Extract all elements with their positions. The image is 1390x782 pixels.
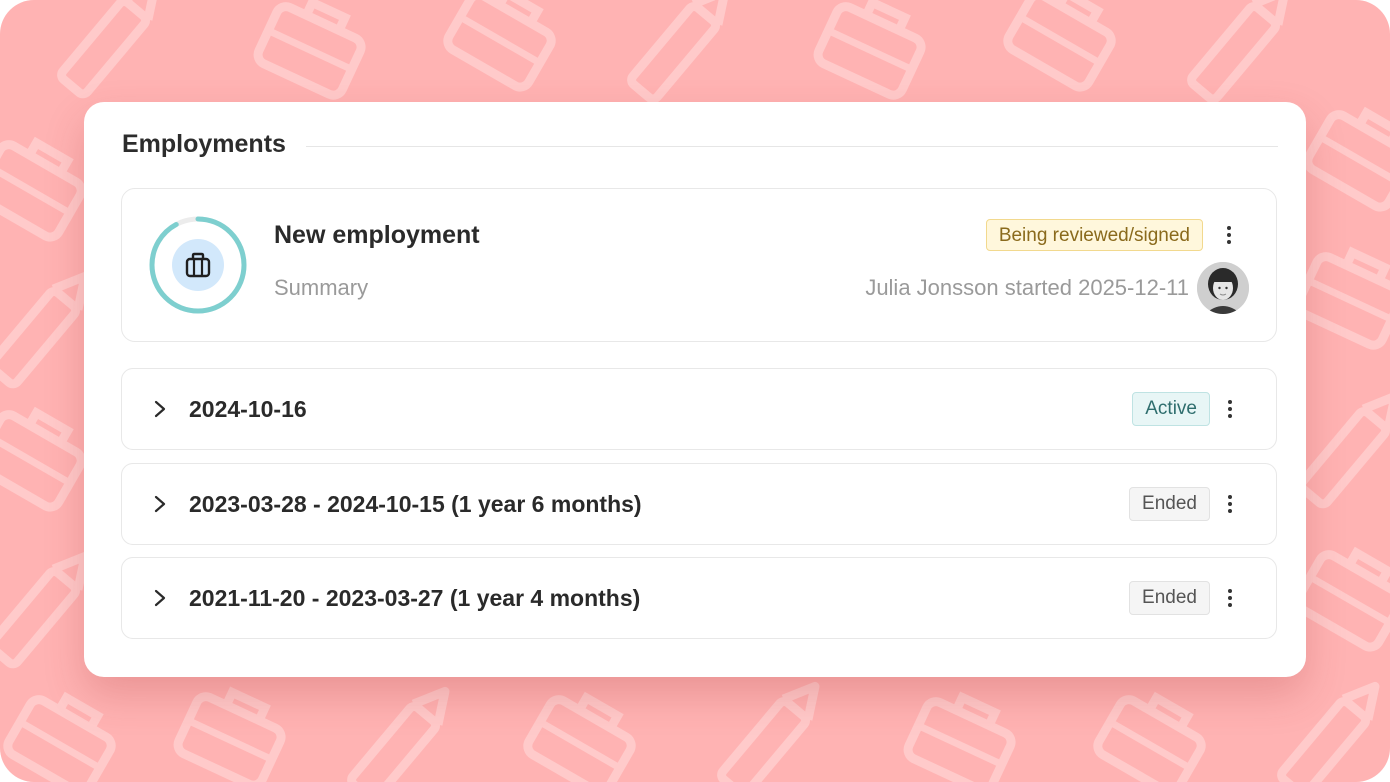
status-badge: Ended — [1129, 487, 1210, 521]
section-header: Employments — [122, 128, 1278, 160]
new-employment-card[interactable]: New employment Summary Being reviewed/si… — [121, 188, 1277, 342]
chevron-right-icon[interactable] — [150, 397, 170, 421]
employment-row[interactable]: 2023-03-28 - 2024-10-15 (1 year 6 months… — [121, 463, 1277, 545]
header-divider — [305, 145, 1278, 147]
new-employment-subtitle: Summary — [274, 275, 369, 300]
employment-period: 2023-03-28 - 2024-10-15 (1 year 6 months… — [189, 491, 642, 517]
chevron-right-icon[interactable] — [150, 492, 170, 516]
started-by-text: Julia Jonsson started 2025-12-11 — [865, 275, 1189, 300]
briefcase-icon — [172, 239, 224, 291]
employment-row[interactable]: 2024-10-16 Active — [121, 368, 1277, 450]
kebab-menu-icon[interactable] — [1218, 584, 1242, 612]
employments-card: Employments New employment Summary Being… — [84, 102, 1306, 677]
employment-period: 2024-10-16 — [189, 396, 307, 422]
kebab-menu-icon[interactable] — [1218, 395, 1242, 423]
employment-row[interactable]: 2021-11-20 - 2023-03-27 (1 year 4 months… — [121, 557, 1277, 639]
status-badge: Being reviewed/signed — [985, 219, 1203, 251]
avatar[interactable] — [1197, 262, 1249, 314]
employment-period: 2021-11-20 - 2023-03-27 (1 year 4 months… — [189, 585, 641, 611]
kebab-menu-icon[interactable] — [1218, 490, 1242, 518]
status-badge: Ended — [1129, 581, 1210, 615]
chevron-right-icon[interactable] — [150, 586, 170, 610]
status-badge: Active — [1132, 392, 1210, 426]
kebab-menu-icon[interactable] — [1217, 221, 1241, 249]
new-employment-title: New employment — [274, 221, 480, 249]
section-title: Employments — [122, 129, 286, 158]
